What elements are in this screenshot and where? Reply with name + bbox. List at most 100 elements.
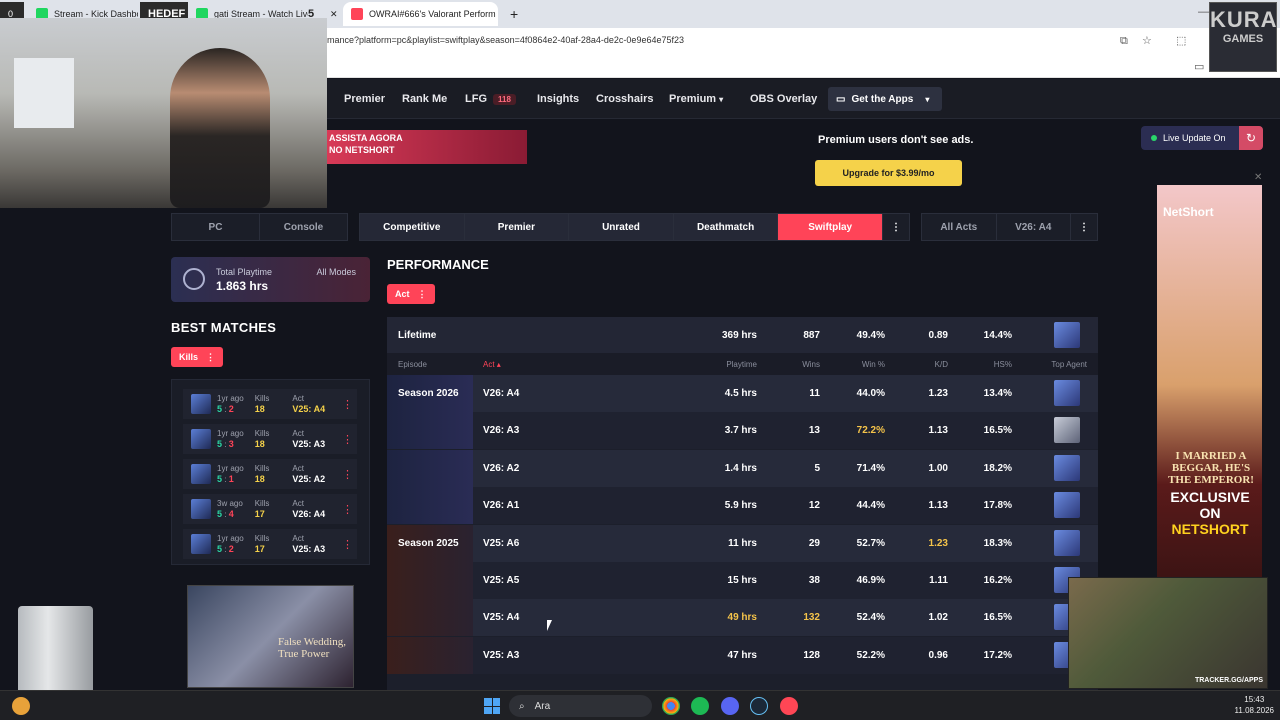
nav-crosshairs[interactable]: Crosshairs xyxy=(596,93,653,105)
table-row[interactable]: V25: A5 15 hrs 38 46.9% 1.11 16.2% xyxy=(387,562,1098,599)
nav-premium[interactable]: Premium ▾ xyxy=(669,93,723,105)
header-playtime[interactable]: Playtime xyxy=(687,353,757,375)
kills-label: Kills xyxy=(254,498,270,508)
kills-label: Kills xyxy=(254,428,270,438)
match-act: Act V25: A3 xyxy=(292,534,342,555)
best-match-row[interactable]: 1yr ago 5 : 3 Kills 18 Act V25: A3 ⋮ xyxy=(183,424,357,454)
mode-swiftplay[interactable]: Swiftplay xyxy=(778,214,883,240)
chevron-down-icon: ▾ xyxy=(925,94,930,104)
kd-cell: 1.13 xyxy=(928,425,948,437)
mouse-cursor-icon xyxy=(547,620,557,631)
episode-cell xyxy=(387,599,473,637)
system-clock[interactable]: 15:43 11.08.2026 xyxy=(1235,694,1274,716)
close-ad-icon[interactable]: ✕ xyxy=(1254,172,1262,183)
act-value: V25: A3 xyxy=(292,543,326,554)
acts-all[interactable]: All Acts xyxy=(922,214,997,240)
extensions-icon[interactable]: ⬚ xyxy=(1176,34,1186,47)
lifetime-hs: 14.4% xyxy=(983,329,1012,341)
right-ad-brand: NetShort xyxy=(1163,205,1214,219)
nav-lfg-label: LFG xyxy=(465,93,487,105)
tab-valorant-performance[interactable]: OWRAI#666's Valorant Perform ✕ xyxy=(343,2,498,26)
header-kd[interactable]: K/D xyxy=(902,353,948,375)
best-match-row[interactable]: 1yr ago 5 : 2 Kills 17 Act V25: A3 ⋮ xyxy=(183,529,357,559)
best-match-row[interactable]: 1yr ago 5 : 1 Kills 18 Act V25: A2 ⋮ xyxy=(183,459,357,489)
score-lost: 3 xyxy=(228,438,234,449)
more-acts-icon[interactable]: ⋮ xyxy=(1071,214,1097,240)
url-text[interactable]: mance?platform=pc&playlist=swiftplay&sea… xyxy=(327,35,684,45)
more-icon[interactable]: ⋮ xyxy=(342,503,357,516)
nav-lfg[interactable]: LFG 118 xyxy=(465,93,516,105)
install-icon[interactable]: ⧉ xyxy=(1120,35,1128,48)
best-match-row[interactable]: 1yr ago 5 : 2 Kills 18 Act V25: A4 ⋮ xyxy=(183,389,357,419)
spotify-icon[interactable] xyxy=(691,697,709,715)
more-icon: ⋮ xyxy=(206,351,216,362)
table-row[interactable]: Season 2025 V25: A6 11 hrs 29 52.7% 1.23 18.3% xyxy=(387,524,1098,562)
more-modes-icon[interactable]: ⋮ xyxy=(883,214,909,240)
table-row[interactable]: V26: A3 3.7 hrs 13 72.2% 1.13 16.5% xyxy=(387,412,1098,450)
folder-icon[interactable]: ▭ xyxy=(1194,60,1204,73)
kd-cell: 1.11 xyxy=(929,575,948,586)
bookmark-star-icon[interactable]: ☆ xyxy=(1142,34,1152,47)
best-match-row[interactable]: 3w ago 5 : 4 Kills 17 Act V26: A4 ⋮ xyxy=(183,494,357,524)
table-row[interactable]: V26: A2 1.4 hrs 5 71.4% 1.00 18.2% xyxy=(387,449,1098,487)
mode-premier[interactable]: Premier xyxy=(464,214,570,240)
refresh-icon[interactable]: ↻ xyxy=(1239,126,1263,150)
match-meta: 1yr ago 5 : 1 xyxy=(217,463,244,484)
platform-pc[interactable]: PC xyxy=(172,214,260,240)
platform-console[interactable]: Console xyxy=(260,214,347,240)
kd-cell: 1.23 xyxy=(928,537,948,549)
chrome-icon[interactable] xyxy=(662,697,680,715)
hs-cell: 18.3% xyxy=(983,537,1012,549)
nav-insights[interactable]: Insights xyxy=(537,93,579,105)
riot-client-icon[interactable] xyxy=(780,697,798,715)
ad-banner[interactable]: ASSISTA AGORA NO NETSHORT xyxy=(327,130,527,164)
header-episode[interactable]: Episode xyxy=(398,353,427,375)
nav-premier[interactable]: Premier xyxy=(344,93,385,105)
live-update-toggle[interactable]: Live Update On ↻ xyxy=(1141,126,1263,150)
episode-cell xyxy=(387,449,473,487)
act-label: Act xyxy=(292,498,304,508)
more-icon[interactable]: ⋮ xyxy=(342,433,357,446)
header-act[interactable]: Act ▴ xyxy=(483,353,501,375)
upgrade-button[interactable]: Upgrade for $3.99/mo xyxy=(815,160,962,186)
playtime-value: 1.863 hrs xyxy=(216,279,269,293)
wins-cell: 11 xyxy=(809,388,820,399)
mode-unrated[interactable]: Unrated xyxy=(569,214,674,240)
discord-icon[interactable] xyxy=(721,697,739,715)
kd-cell: 0.96 xyxy=(928,649,948,661)
table-row[interactable]: V25: A3 47 hrs 128 52.2% 0.96 17.2% xyxy=(387,636,1098,674)
playtime-cell: 47 hrs xyxy=(727,649,757,661)
table-row[interactable]: Season 2026 V26: A4 4.5 hrs 11 44.0% 1.23 13.4… xyxy=(387,375,1098,412)
header-winpct[interactable]: Win % xyxy=(832,353,885,375)
weather-icon[interactable] xyxy=(12,697,30,715)
nav-rank-me[interactable]: Rank Me xyxy=(402,93,447,105)
more-icon[interactable]: ⋮ xyxy=(342,398,357,411)
steam-icon[interactable] xyxy=(750,697,768,715)
left-ad[interactable]: False Wedding, True Power xyxy=(187,585,354,688)
header-top-agent[interactable]: Top Agent xyxy=(1027,353,1087,375)
table-row[interactable]: V25: A4 49 hrs 132 52.4% 1.02 16.5% xyxy=(387,599,1098,637)
nav-obs-overlay[interactable]: OBS Overlay xyxy=(750,93,817,105)
more-icon[interactable]: ⋮ xyxy=(342,468,357,481)
mode-deathmatch[interactable]: Deathmatch xyxy=(673,214,779,240)
match-act: Act V25: A4 xyxy=(292,394,342,415)
wins-cell: 5 xyxy=(814,462,820,474)
taskbar-search[interactable]: ⌕ Ara xyxy=(509,695,652,717)
table-row[interactable]: V26: A1 5.9 hrs 12 44.4% 1.13 17.8% xyxy=(387,487,1098,525)
header-wins[interactable]: Wins xyxy=(770,353,820,375)
act-name: V26: A4 xyxy=(483,388,520,399)
get-apps-button[interactable]: ▭ Get the Apps ▾ xyxy=(828,87,942,111)
new-tab-icon[interactable]: + xyxy=(502,2,522,26)
best-matches-filter[interactable]: Kills ⋮ xyxy=(171,347,224,367)
act-name: V26: A2 xyxy=(483,462,520,474)
more-icon[interactable]: ⋮ xyxy=(342,538,357,551)
mode-competitive[interactable]: Competitive xyxy=(360,214,465,240)
acts-current[interactable]: V26: A4 xyxy=(997,214,1071,240)
performance-filter[interactable]: Act ⋮ xyxy=(387,284,435,304)
lifetime-row[interactable]: Lifetime 369 hrs 887 49.4% 0.89 14.4% xyxy=(387,317,1098,353)
minimize-icon[interactable]: — xyxy=(1198,6,1209,18)
lifetime-wins: 887 xyxy=(803,329,820,341)
windows-start-icon[interactable] xyxy=(484,698,500,714)
kills-value: 17 xyxy=(254,543,265,554)
header-hs[interactable]: HS% xyxy=(960,353,1012,375)
